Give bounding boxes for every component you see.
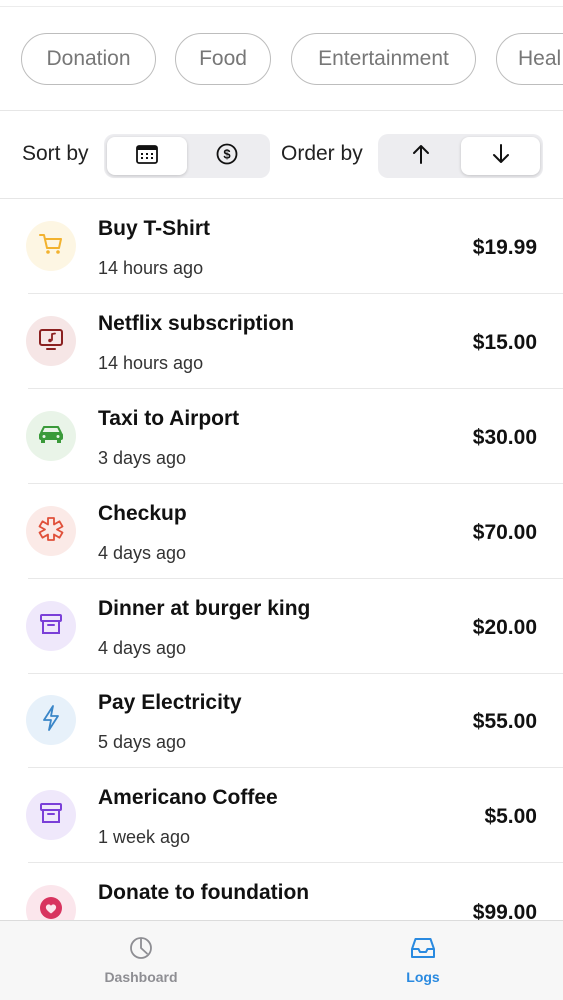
archive-box-icon	[39, 801, 63, 830]
archive-box-icon	[39, 612, 63, 641]
divider	[0, 110, 563, 111]
tv-music-icon	[38, 327, 64, 356]
transaction-title: Buy T-Shirt	[98, 217, 211, 240]
transaction-time: 14 hours ago	[98, 258, 204, 278]
list-item[interactable]: Taxi to Airport 3 days ago $30.00	[0, 389, 563, 484]
arrow-up-icon	[411, 143, 431, 170]
transaction-amount: $20.00	[472, 616, 537, 639]
filter-chip-entertainment[interactable]: Entertainment	[291, 33, 476, 85]
list-item[interactable]: Pay Electricity 5 days ago $55.00	[0, 673, 563, 768]
transaction-amount: $5.00	[484, 805, 537, 828]
category-avatar	[26, 601, 76, 651]
tab-dashboard-label: Dashboard	[104, 969, 178, 985]
filter-chip-food[interactable]: Food	[175, 33, 271, 85]
category-avatar	[26, 411, 76, 461]
medical-icon	[38, 516, 64, 547]
list-item[interactable]: Buy T-Shirt 14 hours ago $19.99	[0, 199, 563, 294]
inbox-icon	[409, 935, 437, 961]
transaction-amount: $19.99	[472, 236, 537, 259]
transaction-amount: $55.00	[472, 710, 537, 733]
sort-controls: Sort by $ Order by	[0, 134, 563, 178]
calendar-icon	[136, 144, 158, 169]
transaction-title: Donate to foundation	[98, 881, 310, 904]
transaction-time: 14 hours ago	[98, 353, 204, 373]
tab-logs[interactable]: Logs	[343, 921, 503, 1000]
transaction-amount: $15.00	[472, 331, 537, 354]
tab-logs-label: Logs	[406, 969, 440, 985]
order-segmented-control[interactable]	[378, 134, 543, 178]
pie-chart-icon	[129, 935, 153, 961]
sort-by-date-button[interactable]	[107, 137, 187, 175]
category-avatar	[26, 316, 76, 366]
transaction-time: 1 week ago	[98, 827, 191, 847]
transaction-time: 4 days ago	[98, 638, 187, 658]
transaction-amount: $30.00	[472, 426, 537, 449]
transaction-title: Dinner at burger king	[98, 597, 311, 620]
list-item[interactable]: Dinner at burger king 4 days ago $20.00	[0, 579, 563, 674]
list-item[interactable]: Netflix subscription 14 hours ago $15.00	[0, 294, 563, 389]
car-icon	[37, 423, 65, 450]
filter-chip-health[interactable]: Heal	[496, 33, 563, 85]
category-filter-bar[interactable]: Donation Food Entertainment Heal	[0, 33, 563, 85]
transaction-time: 3 days ago	[98, 448, 187, 468]
sort-segmented-control[interactable]: $	[104, 134, 270, 178]
transaction-title: Netflix subscription	[98, 312, 295, 335]
svg-text:$: $	[223, 146, 231, 161]
transaction-time: 4 days ago	[98, 543, 187, 563]
filter-chip-donation[interactable]: Donation	[21, 33, 156, 85]
tab-bar: Dashboard Logs	[0, 920, 563, 1000]
dollar-circle-icon: $	[216, 143, 238, 170]
top-divider	[0, 6, 563, 7]
transaction-time: 5 days ago	[98, 732, 187, 752]
category-avatar	[26, 790, 76, 840]
bolt-icon	[41, 704, 61, 736]
transaction-title: Americano Coffee	[98, 786, 278, 809]
category-avatar	[26, 695, 76, 745]
category-avatar	[26, 506, 76, 556]
list-item[interactable]: Americano Coffee 1 week ago $5.00	[0, 768, 563, 863]
transaction-title: Taxi to Airport	[98, 407, 240, 430]
order-descending-button[interactable]	[461, 137, 540, 175]
arrow-down-icon	[491, 143, 511, 170]
list-item[interactable]: Checkup 4 days ago $70.00	[0, 484, 563, 579]
sort-by-amount-button[interactable]: $	[187, 137, 267, 175]
cart-icon	[38, 232, 64, 261]
transaction-title: Pay Electricity	[98, 691, 242, 714]
sort-by-label: Sort by	[22, 142, 89, 165]
transaction-amount: $70.00	[472, 521, 537, 544]
category-avatar	[26, 221, 76, 271]
order-by-label: Order by	[281, 142, 363, 165]
order-ascending-button[interactable]	[381, 137, 461, 175]
transaction-title: Checkup	[98, 502, 187, 525]
tab-dashboard[interactable]: Dashboard	[61, 921, 221, 1000]
